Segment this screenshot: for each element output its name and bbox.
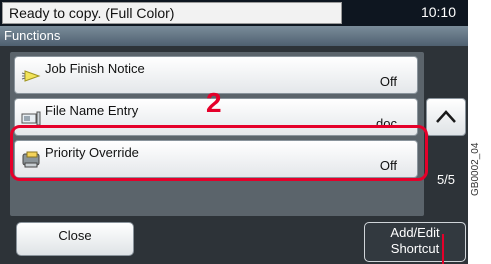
functions-title-bar: Functions bbox=[0, 26, 468, 46]
highlight-frame bbox=[10, 125, 428, 181]
shortcut-label-line2: Shortcut bbox=[390, 241, 440, 256]
add-edit-shortcut-button[interactable]: Add/Edit Shortcut bbox=[364, 222, 466, 262]
callout-pointer bbox=[442, 234, 444, 264]
status-message-box: Ready to copy. (Full Color) bbox=[2, 2, 342, 24]
row-value: Off bbox=[379, 74, 397, 89]
figure-id: GB0002_04 bbox=[470, 142, 481, 196]
step-marker: 2 bbox=[206, 87, 222, 118]
scroll-up-button[interactable] bbox=[426, 98, 466, 136]
bell-icon bbox=[21, 67, 43, 85]
row-label: Job Finish Notice bbox=[45, 61, 145, 76]
clock: 10:10 bbox=[420, 4, 456, 20]
row-label: File Name Entry bbox=[45, 103, 139, 118]
shortcut-label-line1: Add/Edit bbox=[390, 225, 440, 240]
status-message: Ready to copy. (Full Color) bbox=[9, 5, 175, 21]
close-button[interactable]: Close bbox=[16, 222, 134, 256]
page-indicator: 5/5 bbox=[436, 172, 456, 187]
functions-title: Functions bbox=[4, 28, 61, 43]
status-bar: Ready to copy. (Full Color) 10:10 bbox=[0, 0, 468, 26]
chevron-up-icon bbox=[436, 110, 456, 123]
